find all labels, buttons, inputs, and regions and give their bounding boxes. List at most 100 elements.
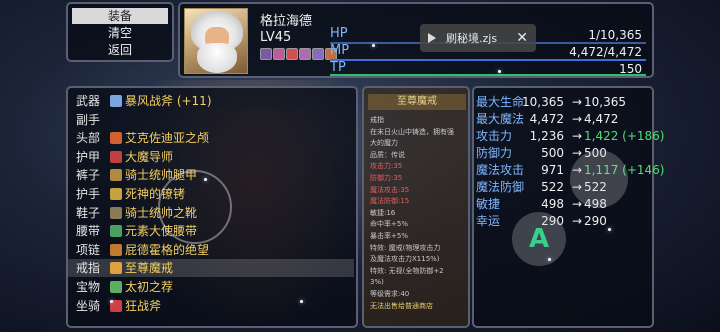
stat-label: 魔法防御: [476, 180, 525, 194]
character-name: 格拉海德: [260, 14, 313, 29]
stat-row: 最大生命 10,365 → 10,365: [476, 94, 652, 111]
sparkle: [498, 70, 501, 73]
mp-label: MP: [330, 43, 350, 58]
item-detail-line: 攻击力:35: [370, 162, 403, 171]
equipment-slot-label: 武器: [76, 94, 101, 108]
stat-new-value: 290: [584, 214, 607, 228]
stat-arrow: →: [572, 112, 583, 126]
equipment-row[interactable]: 项链 屁德霍格的绝望: [68, 241, 354, 259]
stat-new-value: 1,422 (+186): [584, 129, 665, 143]
item-detail-line: 特效: 魔戒(物理攻击力: [370, 243, 441, 252]
close-icon[interactable]: ✕: [516, 30, 528, 46]
item-detail-line: 魔法防御:15: [370, 197, 410, 206]
equipment-item-name: 暴风战斧 (+11): [125, 94, 212, 108]
sparkle: [110, 300, 113, 303]
stats-panel: 最大生命 10,365 → 10,365 最大魔法 4,472 → 4,472 攻击力 1,236…: [472, 86, 665, 328]
stat-row: 最大魔法 4,472 → 4,472: [476, 111, 652, 128]
equipment-item-name: 狂战斧: [125, 298, 162, 313]
item-detail-line: 无法出售给普通商店: [370, 301, 433, 310]
stat-label: 幸运: [476, 214, 501, 228]
hp-value: 1/10,365: [588, 28, 642, 42]
item-detail-line: 命中率+5%: [370, 220, 408, 229]
sparkle: [548, 258, 551, 261]
equipment-slot-label: 戒指: [76, 261, 101, 276]
item-detail-title: 至尊魔戒: [368, 94, 466, 110]
equipment-slot-label: 护甲: [76, 149, 101, 164]
action-a-button[interactable]: A: [512, 212, 566, 266]
sparkle: [372, 44, 375, 47]
item-detail-panel: 至尊魔戒 戒指 在末日火山中铸造，拥有强 大的魔力 品质：传说 攻击力:35 防御力:35…: [362, 86, 470, 328]
stat-row: 攻击力 1,236 → 1,422 (+186): [476, 128, 665, 145]
buff-icons: [260, 48, 337, 60]
stat-base-value: 10,365: [522, 95, 564, 109]
round-button[interactable]: [570, 150, 628, 208]
stat-label: 攻击力: [476, 129, 513, 143]
equipment-row[interactable]: 戒指 至尊魔戒: [68, 259, 354, 278]
equipment-row[interactable]: 护甲 大魔导师: [68, 148, 354, 166]
script-name: 刷秘境.zjs: [446, 32, 498, 45]
item-detail-line: 敏捷:16: [370, 208, 396, 217]
buff-icon: [260, 48, 272, 60]
item-icon: [110, 243, 122, 256]
tp-value: 150: [619, 62, 642, 76]
stat-label: 敏捷: [476, 197, 501, 211]
virtual-joystick[interactable]: [158, 170, 232, 244]
equipment-slot-label: 项链: [76, 242, 101, 257]
buff-icon: [299, 48, 311, 60]
equipment-row[interactable]: 宝物 太初之荐: [68, 278, 354, 296]
item-icon: [110, 188, 122, 200]
stat-base-value: 522: [541, 180, 564, 194]
equipment-slot-label: 鞋子: [76, 205, 101, 220]
mp-bar: [330, 59, 646, 61]
equipment-row[interactable]: 武器 暴风战斧 (+11): [68, 92, 354, 110]
character-portrait: [184, 8, 248, 74]
stat-arrow: →: [572, 214, 583, 228]
item-icon: [110, 95, 122, 107]
item-detail-line: 等级需求:40: [370, 290, 410, 298]
item-icon: [110, 132, 122, 145]
sparkle: [204, 178, 207, 181]
sparkle: [300, 300, 303, 303]
item-detail-line: 魔法攻击:35: [370, 185, 410, 194]
stat-base-value: 500: [541, 146, 564, 160]
character-panel: 格拉海德 LV45 HP 1/10,365 MP 4,472/4,472 TP …: [178, 2, 654, 78]
play-icon[interactable]: [428, 33, 436, 43]
item-detail-line: 特效: 无视(全物防御+2: [370, 266, 444, 275]
equipment-row[interactable]: 副手: [68, 111, 354, 129]
stat-base-value: 4,472: [529, 112, 564, 126]
buff-icon: [273, 48, 285, 60]
stat-new-value: 4,472: [584, 112, 619, 126]
equipment-item-name: 太初之荐: [125, 280, 174, 294]
item-detail-line: 大的魔力: [370, 139, 398, 148]
stat-base-value: 971: [541, 163, 564, 177]
equipment-slot-label: 腰带: [76, 224, 101, 239]
sparkle: [608, 228, 611, 231]
equipment-slot-label: 护手: [76, 187, 101, 201]
equipment-row[interactable]: 头部 艾克佐迪亚之颅: [68, 129, 354, 147]
stat-label: 最大魔法: [476, 112, 525, 126]
item-icon: [110, 206, 122, 219]
character-level: LV45: [260, 30, 292, 45]
item-icon: [110, 225, 122, 238]
equipment-slot-label: 坐骑: [76, 298, 101, 313]
equipment-item-name: 艾克佐迪亚之颅: [125, 131, 210, 146]
stat-arrow: →: [572, 129, 583, 143]
stat-base-value: 498: [541, 197, 564, 211]
menu-item-equip[interactable]: 装备: [72, 8, 168, 24]
item-detail-line: 在末日火山中铸造，拥有强: [370, 127, 454, 136]
buff-icon: [312, 48, 324, 60]
equipment-slot-label: 裤子: [76, 168, 101, 183]
item-detail-line: 暴击率+5%: [370, 232, 408, 240]
mp-value: 4,472/4,472: [569, 45, 642, 59]
menu-item-back[interactable]: 返回: [72, 42, 168, 58]
menu-item-clear[interactable]: 清空: [72, 25, 168, 41]
stat-base-value: 1,236: [529, 129, 564, 143]
stat-new-value: 10,365: [584, 95, 626, 109]
item-detail-line: 防御力:35: [370, 174, 403, 182]
stat-row: 敏捷 498 → 498: [476, 196, 652, 213]
stat-label: 魔法攻击: [476, 163, 525, 177]
stat-arrow: →: [572, 95, 583, 109]
stat-label: 最大生命: [476, 95, 525, 109]
equipment-item-name: 至尊魔戒: [125, 261, 174, 276]
equipment-item-name: 大魔导师: [125, 149, 174, 164]
